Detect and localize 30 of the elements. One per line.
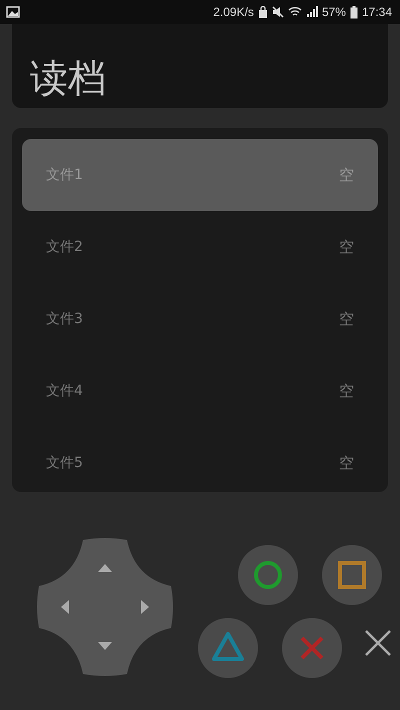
slot-name: 文件1 [46,166,83,184]
page-title: 读档 [30,58,106,100]
save-slot-row[interactable]: 文件4 空 [22,355,378,427]
slot-status: 空 [339,166,354,184]
slot-status: 空 [339,238,354,256]
save-slot-row[interactable]: 文件1 空 [22,139,378,211]
lock-icon [258,6,268,18]
circle-button[interactable] [238,545,298,605]
save-slot-row[interactable]: 文件2 空 [22,211,378,283]
cross-button[interactable] [282,618,342,678]
image-icon [6,6,20,18]
wifi-icon [288,6,302,18]
close-icon[interactable] [365,630,391,656]
battery-icon [350,6,358,18]
slot-name: 文件2 [46,238,83,256]
slot-status: 空 [339,310,354,328]
slot-name: 文件3 [46,310,83,328]
mute-icon [272,6,284,18]
network-speed: 2.09K/s [213,5,254,19]
square-button[interactable] [322,545,382,605]
battery-percent: 57% [322,5,346,19]
slot-status: 空 [339,454,354,472]
slot-status: 空 [339,382,354,400]
save-slot-row[interactable]: 文件3 空 [22,283,378,355]
signal-icon [306,6,318,18]
slot-name: 文件4 [46,382,83,400]
clock: 17:34 [362,5,392,19]
triangle-button[interactable] [198,618,258,678]
save-slot-row[interactable]: 文件5 空 [22,427,378,499]
slot-name: 文件5 [46,454,83,472]
